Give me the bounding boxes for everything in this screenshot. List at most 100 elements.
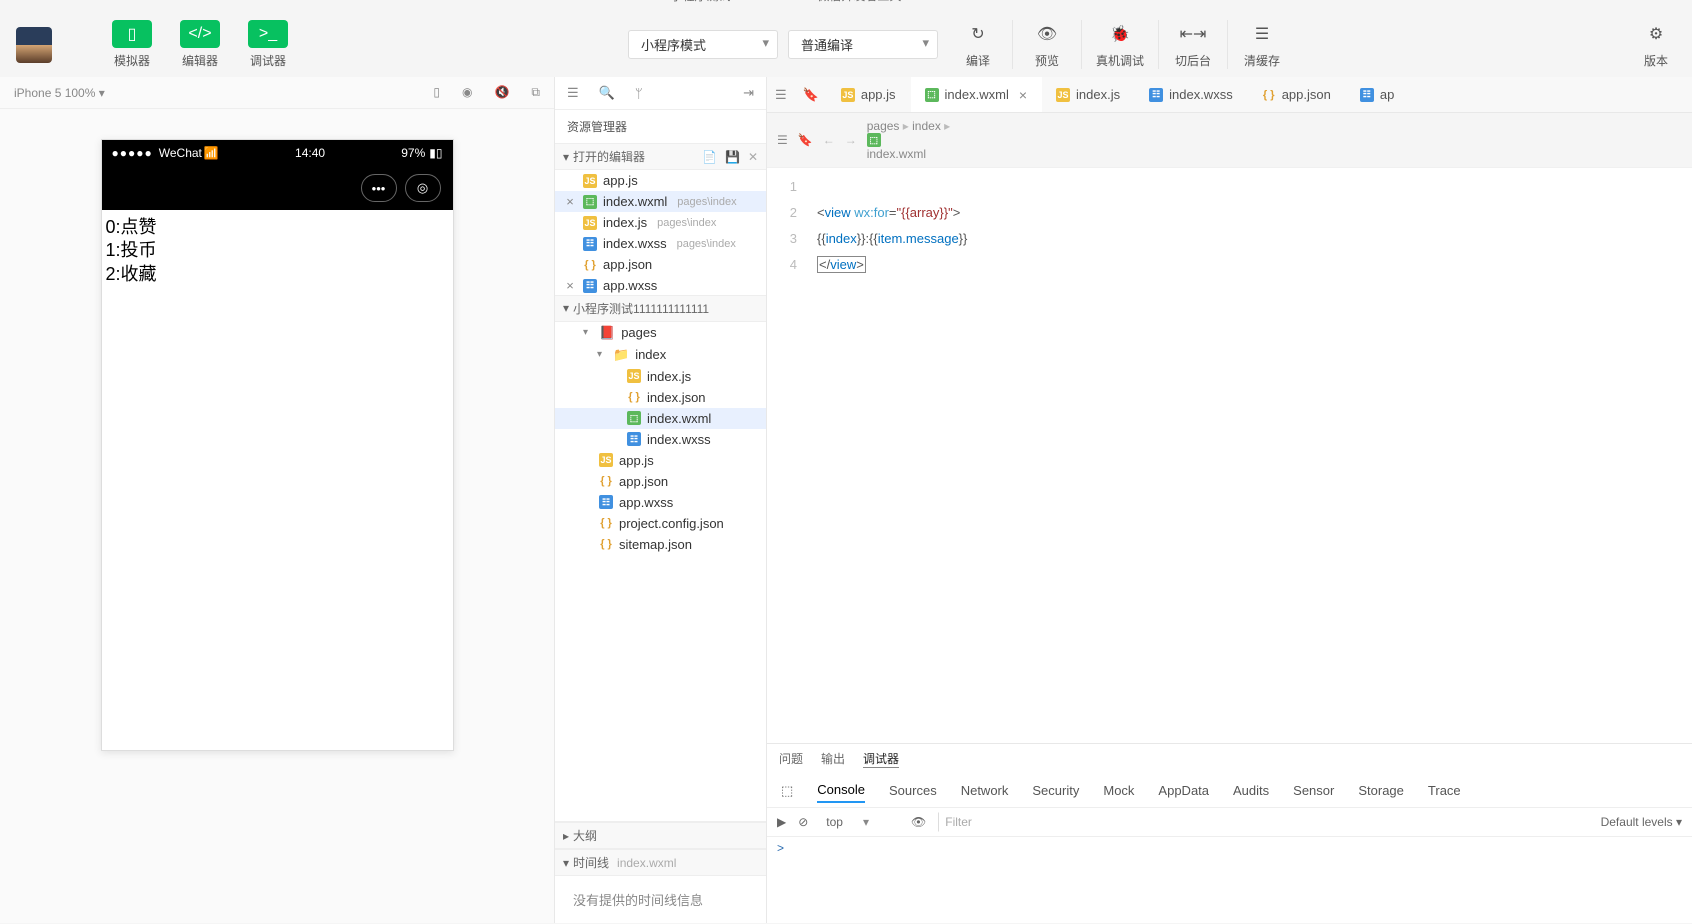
device-detach-icon[interactable]: ⧉ (531, 85, 540, 100)
carrier-label: WeChat (159, 146, 202, 160)
clear-cache-button[interactable]: ☰清缓存 (1227, 20, 1296, 69)
editor-tab[interactable]: ☷ap (1346, 77, 1409, 112)
problems-tab[interactable]: 问题 (779, 750, 803, 768)
tree-item[interactable]: ▾📁index (555, 344, 766, 366)
nav-back-icon[interactable]: ← (823, 133, 835, 147)
crumb-item[interactable]: ⬚ index.wxml (867, 133, 950, 161)
exit-icon: ⇤⇥ (1173, 20, 1213, 48)
editor-tab[interactable]: JSindex.js (1042, 77, 1135, 112)
editor-tab[interactable]: ⬚index.wxml× (911, 77, 1042, 112)
tree-item[interactable]: ☷index.wxss (555, 429, 766, 450)
tree-item[interactable]: JSindex.js (555, 366, 766, 387)
capsule-close-icon[interactable]: ◎ (405, 174, 441, 202)
editor-tab[interactable]: ☷index.wxss (1135, 77, 1248, 112)
list-icon[interactable]: ☰ (567, 85, 579, 101)
title-bar: 小程序测试1111111111111 - 微信开发者工具 Stable v1.0… (671, 0, 1022, 4)
open-file-item[interactable]: JSindex.jspages\index (555, 212, 766, 233)
devtools-tab[interactable]: Security (1032, 779, 1079, 802)
console-context[interactable]: top (820, 813, 899, 831)
crumb-item[interactable]: index (912, 119, 941, 133)
open-editors-header[interactable]: ▾打开的编辑器 📄💾✕ (555, 143, 766, 170)
simulator-phone: ●●●●● WeChat 📶 14:40 97% ▮▯ ••• ◎ 0:点赞1:… (101, 139, 454, 751)
console-eye-icon[interactable]: 👁 (911, 815, 926, 829)
editor-area: ☰ 🔖 JSapp.js⬚index.wxml×JSindex.js☷index… (767, 77, 1692, 923)
tree-item[interactable]: index.json (555, 387, 766, 408)
version-button[interactable]: ⚙版本 (1636, 20, 1676, 69)
crumb-item[interactable]: pages (867, 119, 900, 133)
tree-item[interactable]: ⬚index.wxml (555, 408, 766, 429)
project-header[interactable]: ▾小程序测试1111111111111 (555, 295, 766, 322)
bug-icon: 🐞 (1100, 20, 1140, 48)
nav-forward-icon[interactable]: → (845, 133, 857, 147)
open-file-item[interactable]: JSapp.js (555, 170, 766, 191)
capsule-menu-icon[interactable]: ••• (361, 174, 397, 202)
collapse-icon[interactable]: ⇥ (743, 85, 754, 101)
tree-item[interactable]: JSapp.js (555, 450, 766, 471)
battery-percent: 97% (401, 146, 425, 160)
background-button[interactable]: ⇤⇥切后台 (1158, 20, 1227, 69)
tabs-bookmark-icon[interactable]: 🔖 (795, 87, 827, 103)
real-debug-button[interactable]: 🐞真机调试 (1081, 20, 1158, 69)
crumb-list-icon[interactable]: ☰ (777, 133, 788, 147)
save-all-icon[interactable]: 💾 (725, 150, 740, 164)
devtools-tab[interactable]: Sensor (1293, 779, 1334, 802)
mode-select[interactable]: 小程序模式 (628, 30, 778, 59)
devtools-tab[interactable]: Console (817, 778, 865, 803)
open-file-item[interactable]: ×⬚index.wxmlpages\index (555, 191, 766, 212)
explorer-panel: ☰ 🔍 ᛘ ⇥ 资源管理器 ▾打开的编辑器 📄💾✕ JSapp.js×⬚inde… (555, 77, 767, 923)
tree-item[interactable]: ☷app.wxss (555, 492, 766, 513)
tree-item[interactable]: project.config.json (555, 513, 766, 534)
simulator-button[interactable]: ▯模拟器 (112, 20, 152, 69)
console-body[interactable]: > (767, 837, 1692, 859)
output-tab[interactable]: 输出 (821, 750, 845, 768)
crumb-bookmark-icon[interactable]: 🔖 (798, 133, 813, 147)
timeline-header[interactable]: ▾时间线index.wxml (555, 849, 766, 876)
code-editor[interactable]: 1234 <view wx:for="{{array}}">{{index}}:… (767, 168, 1692, 743)
eye-icon: 👁 (1027, 20, 1067, 48)
device-portrait-icon[interactable]: ▯ (433, 85, 440, 100)
outline-header[interactable]: ▸大纲 (555, 822, 766, 849)
editor-tabs: ☰ 🔖 JSapp.js⬚index.wxml×JSindex.js☷index… (767, 77, 1692, 113)
editor-button[interactable]: </>编辑器 (180, 20, 220, 69)
devtools-tab[interactable]: AppData (1158, 779, 1209, 802)
bottom-panel: 问题 输出 调试器 ⬚ Console Sources Network Securit… (767, 743, 1692, 923)
console-levels[interactable]: Default levels ▾ (1601, 815, 1682, 829)
devtools-tab[interactable]: Audits (1233, 779, 1269, 802)
console-filter[interactable]: Filter (938, 812, 1138, 832)
device-record-icon[interactable]: ◉ (462, 85, 472, 100)
editor-tab[interactable]: JSapp.js (827, 77, 911, 112)
sim-line: 1:投币 (106, 239, 449, 262)
simulator-content[interactable]: 0:点赞1:投币2:收藏 (102, 210, 453, 750)
devtools-tab[interactable]: Sources (889, 779, 937, 802)
open-file-item[interactable]: ☷index.wxsspages\index (555, 233, 766, 254)
close-all-icon[interactable]: ✕ (748, 150, 758, 164)
compile-button[interactable]: ↻编译 (944, 20, 1012, 69)
branch-icon[interactable]: ᛘ (635, 86, 643, 101)
debugger-button[interactable]: >_调试器 (248, 20, 288, 69)
open-file-item[interactable]: ×☷app.wxss (555, 275, 766, 295)
preview-button[interactable]: 👁预览 (1012, 20, 1081, 69)
debugger-tab[interactable]: 调试器 (863, 750, 899, 768)
devtools-tab[interactable]: Mock (1103, 779, 1134, 802)
phone-icon: ▯ (112, 20, 152, 48)
open-file-item[interactable]: app.json (555, 254, 766, 275)
console-clear-icon[interactable]: ⊘ (798, 815, 808, 829)
search-icon[interactable]: 🔍 (599, 85, 615, 101)
new-file-icon[interactable]: 📄 (702, 150, 717, 164)
refresh-icon: ↻ (958, 20, 998, 48)
devtools-tab[interactable]: Trace (1428, 779, 1461, 802)
console-play-icon[interactable]: ▶ (777, 815, 786, 829)
editor-tab[interactable]: app.json (1248, 77, 1346, 112)
tree-item[interactable]: ▾📕pages (555, 322, 766, 344)
sim-line: 0:点赞 (106, 216, 449, 239)
devtools-tab[interactable]: Network (961, 779, 1009, 802)
tree-item[interactable]: app.json (555, 471, 766, 492)
project-icon[interactable] (16, 27, 52, 63)
compile-select[interactable]: 普通编译 (788, 30, 938, 59)
inspect-icon[interactable]: ⬚ (781, 783, 793, 799)
device-select[interactable]: iPhone 5 100% ▾ (14, 86, 105, 100)
device-mute-icon[interactable]: 🔇 (494, 85, 509, 100)
devtools-tab[interactable]: Storage (1358, 779, 1404, 802)
tabs-list-icon[interactable]: ☰ (767, 87, 795, 103)
tree-item[interactable]: sitemap.json (555, 534, 766, 555)
